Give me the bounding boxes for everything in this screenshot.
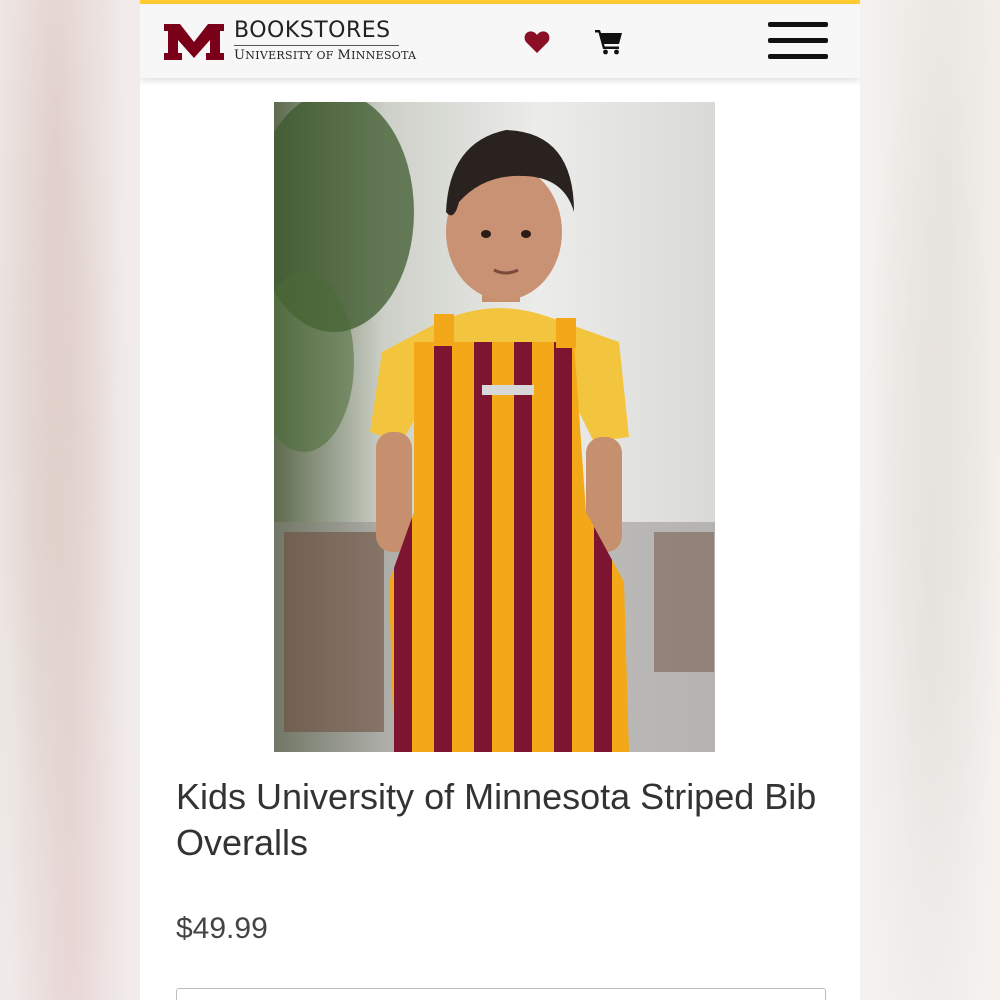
background-blur-right [860, 0, 1000, 1000]
hamburger-menu-icon [768, 22, 828, 27]
background-blur-left [0, 0, 140, 1000]
site-header: BOOKSTORES UNIVERSITY OF MINNESOTA [140, 4, 860, 78]
hamburger-menu-button[interactable] [764, 18, 828, 64]
logo-subtitle: UNIVERSITY OF MINNESOTA [234, 48, 417, 63]
mobile-page: BOOKSTORES UNIVERSITY OF MINNESOTA Kids … [140, 0, 860, 1000]
product-price: $49.99 [176, 912, 268, 945]
hamburger-menu-icon-bar [768, 54, 828, 59]
logo-title: BOOKSTORES [234, 18, 391, 43]
cart-button[interactable] [589, 22, 629, 62]
block-m-logo-icon [164, 24, 224, 60]
product-title: Kids University of Minnesota Striped Bib… [176, 776, 817, 863]
heart-icon [524, 31, 550, 53]
hamburger-menu-icon-bar [768, 38, 828, 43]
bookstores-logo[interactable]: BOOKSTORES UNIVERSITY OF MINNESOTA [162, 18, 416, 64]
cart-icon [595, 30, 622, 55]
logo-divider [234, 45, 399, 46]
product-photo [274, 102, 715, 752]
product-image[interactable] [274, 102, 715, 752]
product-option-select[interactable] [176, 988, 826, 1000]
wishlist-button[interactable] [517, 22, 557, 62]
